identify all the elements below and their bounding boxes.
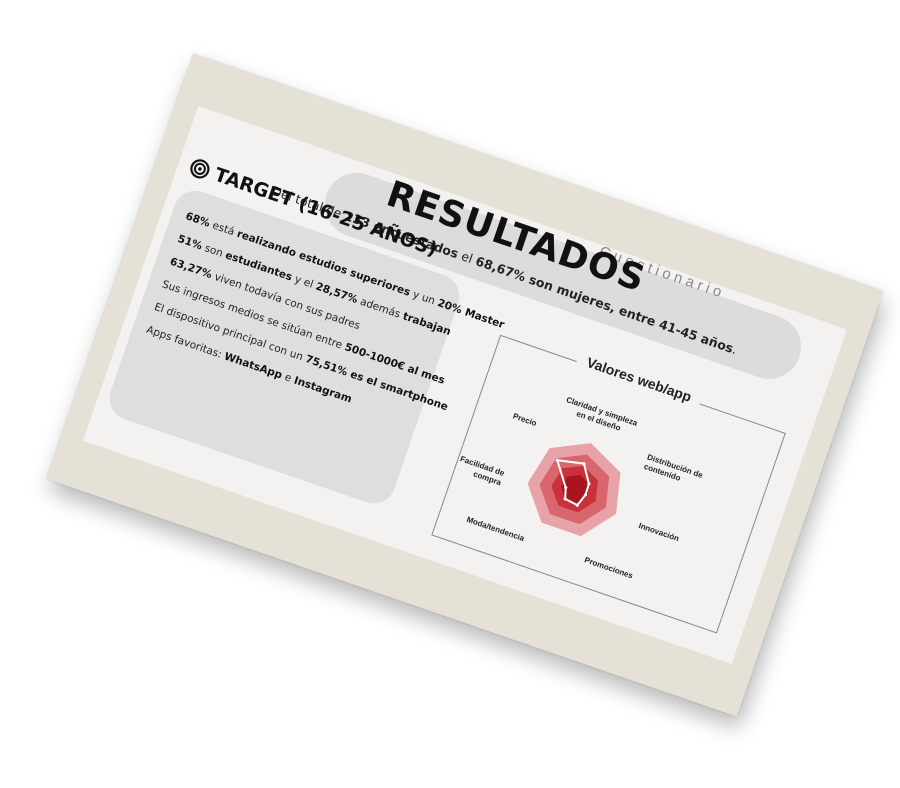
radar-axis-label: Promociones — [583, 555, 634, 580]
results-card: Cuestionario RESULTADOS Del total de 233… — [83, 105, 847, 665]
radar-axis-label: Claridad y simplezaen el diseño — [562, 395, 639, 437]
radar-chart-frame: Valores web/app Claridad y simplezaen el… — [431, 334, 786, 634]
radar-axis-label: Facilidad decompra — [456, 454, 506, 487]
radar-axis-label: Precio — [512, 412, 538, 429]
radar-axis-label: Distribución decontenido — [643, 452, 705, 489]
radar-axis-label: Moda/tendencia — [465, 515, 526, 543]
radar-axis-label: Innovación — [637, 521, 680, 543]
paper-sheet: Cuestionario RESULTADOS Del total de 233… — [46, 53, 884, 717]
radar-chart: Claridad y simplezaen el diseñoDistribuc… — [456, 395, 705, 581]
